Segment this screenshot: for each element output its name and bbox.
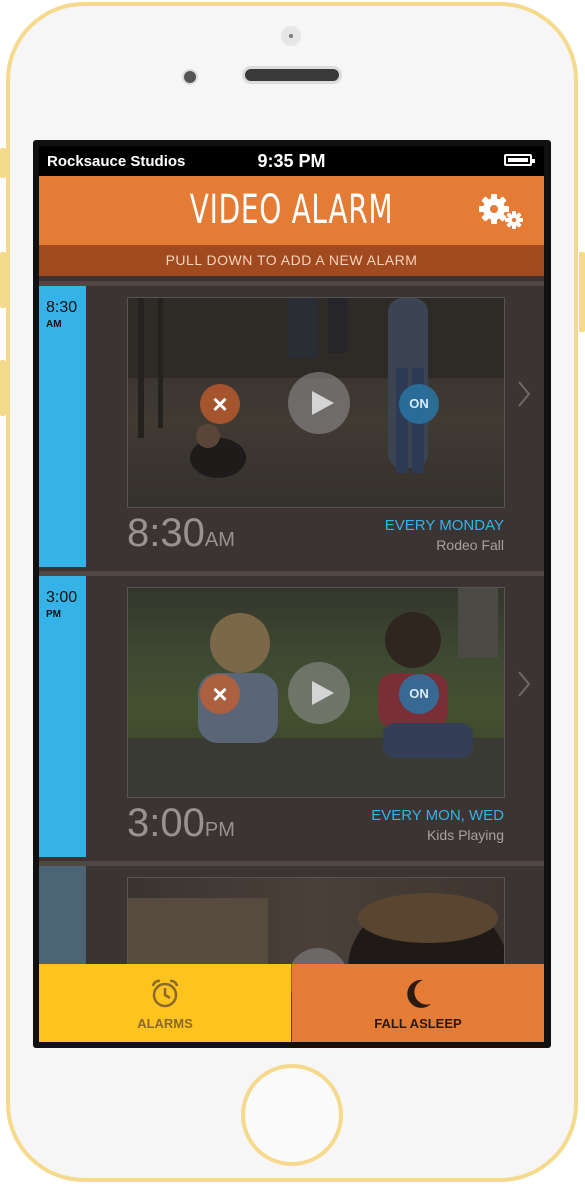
nav-bar: VIDEO ALARM: [39, 176, 544, 245]
alarm-time-value: 3:00: [127, 801, 205, 845]
alarm-clock-icon: [151, 979, 179, 1008]
row-divider: [39, 861, 544, 866]
alarm-list[interactable]: 8:30 AM × ON 8:30AM EVERY MONDAY Rodeo F…: [39, 281, 544, 1042]
tab-bar: ALARMS FALL ASLEEP: [39, 964, 544, 1042]
alarm-repeat: EVERY MON, WED: [371, 807, 504, 824]
moon-icon: [407, 979, 431, 1008]
earpiece-speaker: [242, 66, 342, 84]
side-ampm: AM: [46, 319, 62, 330]
alarm-time: 3:00PM: [127, 801, 235, 846]
mute-switch: [0, 148, 6, 178]
tab-fall-asleep[interactable]: FALL ASLEEP: [292, 964, 544, 1042]
proximity-sensor: [281, 26, 301, 46]
alarm-time: 8:30AM: [127, 511, 235, 556]
delete-alarm-button[interactable]: ×: [200, 384, 240, 424]
volume-up-button: [0, 252, 6, 308]
alarm-time-tab: 8:30 AM: [39, 286, 86, 567]
home-button[interactable]: [241, 1064, 343, 1166]
alarm-on-toggle[interactable]: ON: [399, 674, 439, 714]
alarm-repeat: EVERY MONDAY: [384, 517, 504, 534]
alarm-time-value: 8:30: [127, 511, 205, 555]
alarm-label: Rodeo Fall: [436, 537, 504, 553]
alarm-row[interactable]: 3:00 PM × ON 3:00PM EVERY MON, WED Kids …: [39, 571, 544, 857]
tab-alarms-label: ALARMS: [137, 1016, 193, 1031]
alarm-label: Kids Playing: [426, 827, 504, 843]
settings-gear-icon[interactable]: [476, 193, 526, 231]
tab-fall-asleep-label: FALL ASLEEP: [374, 1016, 462, 1031]
screen: Rocksauce Studios 9:35 PM VIDEO ALARM PU…: [33, 140, 551, 1048]
app-view: Rocksauce Studios 9:35 PM VIDEO ALARM PU…: [39, 146, 544, 1042]
power-button: [579, 252, 585, 332]
battery-icon: [504, 154, 535, 166]
delete-alarm-button[interactable]: ×: [200, 674, 240, 714]
video-thumbnail[interactable]: × ON: [127, 297, 505, 508]
chevron-right-icon[interactable]: [517, 381, 531, 407]
side-time: 3:00: [46, 589, 78, 606]
tab-alarms[interactable]: ALARMS: [39, 964, 291, 1042]
side-ampm: PM: [46, 609, 61, 620]
row-divider: [39, 281, 544, 286]
alarm-time-ampm: AM: [204, 529, 235, 551]
row-divider: [39, 571, 544, 576]
status-time: 9:35 PM: [257, 151, 326, 171]
volume-down-button: [0, 360, 6, 416]
side-time: 8:30: [46, 299, 78, 316]
app-title: VIDEO ALARM: [189, 187, 394, 233]
pull-down-hint: PULL DOWN TO ADD A NEW ALARM: [39, 245, 544, 276]
play-video-button[interactable]: [288, 372, 350, 434]
alarm-time-tab: 3:00 PM: [39, 576, 86, 857]
alarm-time-ampm: PM: [204, 819, 235, 841]
chevron-right-icon[interactable]: [517, 671, 531, 697]
play-video-button[interactable]: [288, 662, 350, 724]
status-bar: Rocksauce Studios 9:35 PM: [39, 146, 544, 176]
video-thumbnail[interactable]: × ON: [127, 587, 505, 798]
front-camera: [182, 69, 198, 85]
alarm-on-toggle[interactable]: ON: [399, 384, 439, 424]
alarm-row[interactable]: 8:30 AM × ON 8:30AM EVERY MONDAY Rodeo F…: [39, 281, 544, 567]
